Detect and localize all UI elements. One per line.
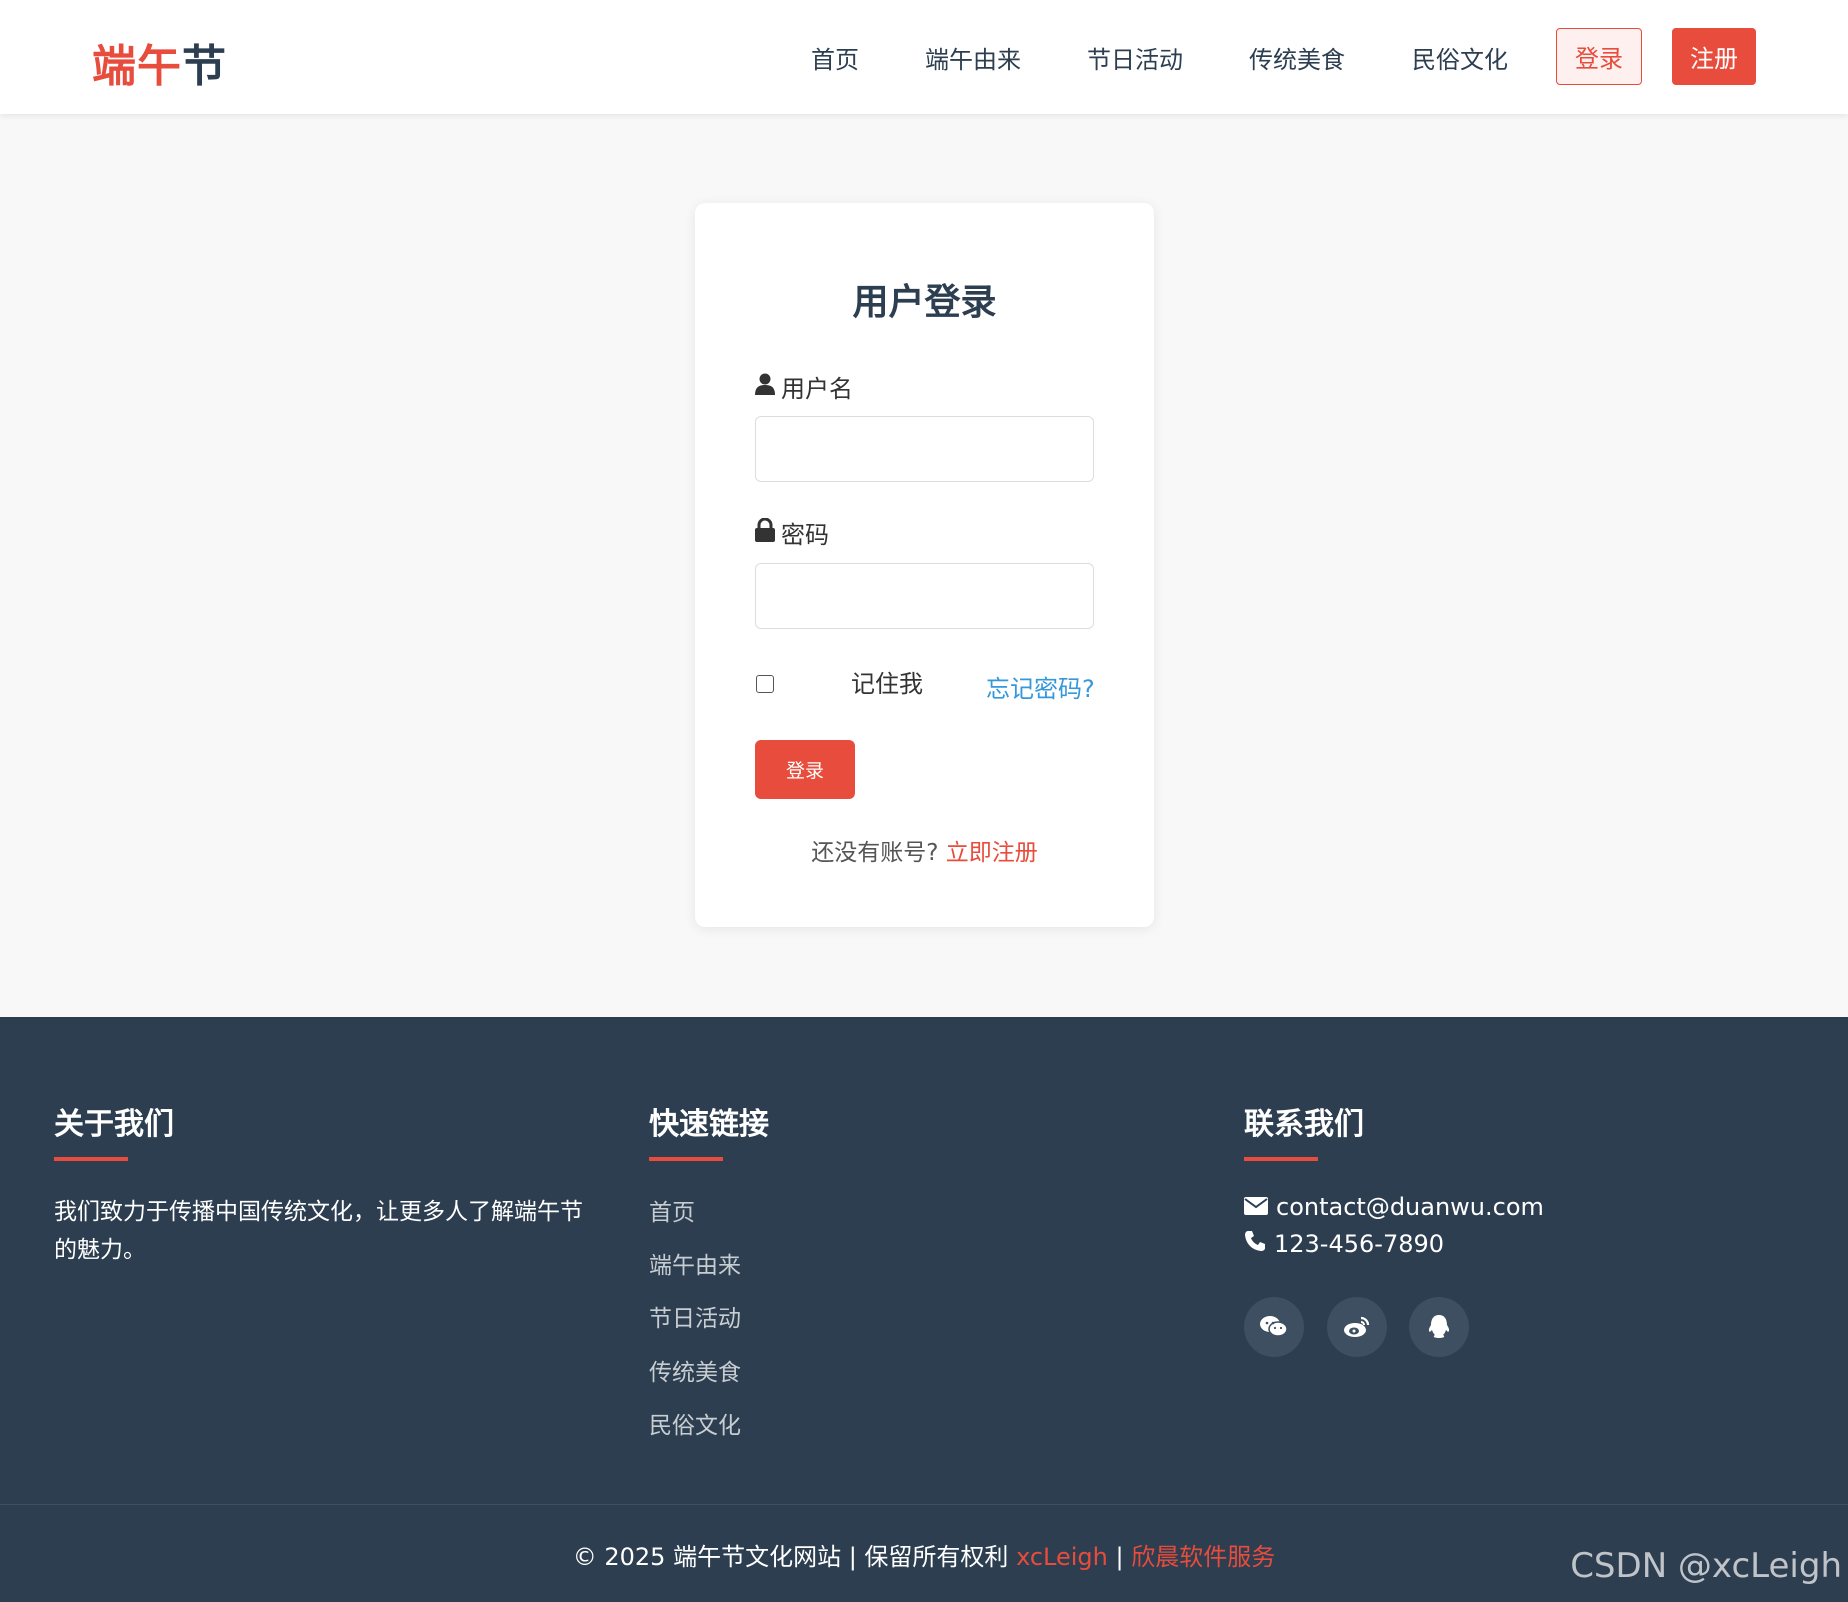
password-label: 密码: [781, 521, 829, 549]
nav-item-food[interactable]: 传统美食: [1249, 40, 1345, 75]
password-input[interactable]: [755, 563, 1094, 629]
nav-item-home[interactable]: 首页: [811, 40, 859, 75]
contact-email[interactable]: contact@duanwu.com: [1276, 1193, 1544, 1221]
wechat-icon[interactable]: [1244, 1297, 1304, 1357]
login-submit-button[interactable]: 登录: [755, 740, 855, 799]
nav-item-origin[interactable]: 端午由来: [925, 40, 1021, 75]
qq-icon[interactable]: [1409, 1297, 1469, 1357]
forgot-password-link[interactable]: 忘记密码?: [986, 669, 1095, 704]
header-register-button[interactable]: 注册: [1672, 28, 1756, 85]
header-login-button[interactable]: 登录: [1556, 28, 1642, 85]
copyright-text: © 2025 端午节文化网站 | 保留所有权利: [572, 1543, 1009, 1571]
copyright-separator: |: [1115, 1543, 1124, 1571]
username-label-row: 用户名: [755, 369, 853, 404]
user-icon: [755, 373, 775, 401]
footer-contact-underline: [1244, 1157, 1318, 1161]
footer-about-underline: [54, 1157, 128, 1161]
footer-about-title: 关于我们: [54, 1107, 174, 1142]
register-now-link[interactable]: 立即注册: [946, 840, 1038, 866]
lock-icon: [755, 517, 775, 548]
weibo-icon[interactable]: [1327, 1297, 1387, 1357]
copyright-author-link[interactable]: xcLeigh: [1016, 1543, 1108, 1571]
login-card: 用户登录 用户名 密码 记住我 忘记密码? 登录 还没有账号? 立即注册: [695, 203, 1154, 927]
footer-link-activities[interactable]: 节日活动: [649, 1299, 741, 1333]
watermark: CSDN @xcLeigh: [1570, 1546, 1842, 1586]
site-header: 端午节 首页 端午由来 节日活动 传统美食 民俗文化 登录 注册: [0, 0, 1848, 114]
nav-item-activities[interactable]: 节日活动: [1087, 40, 1183, 75]
copyright-company-link[interactable]: 欣晨软件服务: [1131, 1543, 1275, 1571]
contact-phone: 123-456-7890: [1274, 1230, 1445, 1258]
footer-about-text: 我们致力于传播中国传统文化，让更多人了解端午节的魅力。: [54, 1199, 583, 1263]
register-prompt: 还没有账号? 立即注册: [695, 833, 1154, 867]
footer-link-home[interactable]: 首页: [649, 1193, 695, 1227]
phone-icon: [1244, 1230, 1266, 1258]
username-input[interactable]: [755, 416, 1094, 482]
contact-email-row: contact@duanwu.com: [1244, 1193, 1544, 1221]
main-nav: 首页 端午由来 节日活动 传统美食 民俗文化 登录 注册: [0, 0, 1848, 114]
footer-contact-title: 联系我们: [1244, 1107, 1364, 1142]
login-title: 用户登录: [852, 282, 997, 323]
username-label: 用户名: [781, 375, 853, 403]
footer-link-origin[interactable]: 端午由来: [649, 1246, 741, 1280]
no-account-text: 还没有账号?: [811, 840, 939, 866]
remember-checkbox[interactable]: [756, 675, 774, 693]
footer-links-underline: [649, 1157, 723, 1161]
site-footer: 关于我们 我们致力于传播中国传统文化，让更多人了解端午节的魅力。 快速链接 首页…: [0, 1017, 1848, 1602]
envelope-icon: [1244, 1193, 1268, 1221]
password-label-row: 密码: [755, 515, 829, 550]
contact-phone-row: 123-456-7890: [1244, 1230, 1444, 1258]
footer-link-food[interactable]: 传统美食: [649, 1353, 741, 1387]
footer-link-culture[interactable]: 民俗文化: [649, 1406, 741, 1440]
footer-links-title: 快速链接: [649, 1107, 769, 1142]
nav-item-culture[interactable]: 民俗文化: [1412, 40, 1508, 75]
remember-label: 记住我: [851, 670, 923, 698]
footer-divider: [0, 1504, 1848, 1505]
